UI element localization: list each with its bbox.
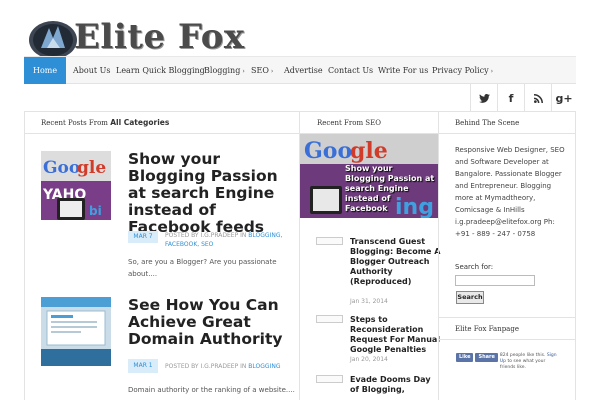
nav-item-advertise[interactable]: Advertise — [284, 57, 323, 84]
svg-text:Goo: Goo — [43, 158, 80, 178]
seo-post-title[interactable]: Steps to Reconsideration Request For Man… — [350, 315, 442, 355]
post-excerpt: Domain authority or the ranking of a web… — [128, 386, 295, 394]
seo-post-date: Jan 20, 2014 — [350, 356, 388, 363]
nav-item-privacy-policy[interactable]: Privacy Policy › — [432, 57, 493, 84]
featured-seo-post[interactable]: Goo gle ing Show your Blogging Passion a… — [300, 134, 438, 218]
post-meta: POSTED BY I.G.PRADEEP IN BLOGGING, FACEB… — [165, 232, 283, 248]
main-nav: Home About Us Learn Quick Blogging Blogg… — [24, 56, 576, 84]
search-button[interactable]: Search — [456, 291, 484, 304]
facebook-like-box: Like Share 824 people like this. Sign Up… — [456, 353, 560, 371]
submenu-caret-icon: › — [242, 68, 245, 75]
twitter-button[interactable] — [470, 84, 497, 112]
nav-item-about-us[interactable]: About Us — [73, 57, 110, 84]
facebook-icon: f — [508, 91, 514, 105]
submenu-caret-icon: › — [490, 68, 493, 75]
nav-item-learn-quick-blogging[interactable]: Learn Quick Blogging — [116, 57, 205, 84]
google-plus-button[interactable]: g+ — [551, 84, 576, 112]
svg-text:Goo: Goo — [304, 138, 352, 164]
facebook-like-button[interactable]: Like — [456, 353, 474, 362]
svg-text:gle: gle — [77, 158, 106, 178]
svg-text:bi: bi — [89, 204, 102, 218]
fox-logo-icon[interactable] — [27, 16, 79, 60]
facebook-like-text: 824 people like this. Sign Up to see wha… — [499, 353, 557, 370]
nav-item-blogging[interactable]: Blogging › — [204, 57, 245, 84]
post-thumbnail[interactable] — [41, 297, 111, 366]
rss-icon — [533, 93, 543, 103]
twitter-icon — [478, 93, 490, 103]
facebook-share-button[interactable]: Share — [475, 353, 498, 362]
site-title[interactable]: Elite Fox — [74, 17, 245, 57]
fanpage-section: Elite Fox Fanpage — [439, 317, 576, 340]
seo-post-thumbnail[interactable] — [316, 315, 343, 323]
rss-button[interactable] — [524, 84, 551, 112]
seo-post-thumbnail[interactable] — [316, 375, 343, 383]
search-input[interactable] — [455, 275, 535, 286]
seo-post-title[interactable]: Transcend Guest Blogging: Become A Blogg… — [350, 237, 442, 287]
seo-post-date: Jan 31, 2014 — [350, 298, 388, 305]
seo-post-thumbnail[interactable] — [316, 237, 343, 245]
sidebar: Behind The Scene Responsive Web Designer… — [438, 112, 576, 400]
site-header: Elite Fox — [0, 0, 600, 59]
facebook-button[interactable]: f — [497, 84, 524, 112]
svg-text:gle: gle — [350, 138, 388, 164]
nav-item-seo[interactable]: SEO › — [251, 57, 273, 84]
post-meta: POSTED BY I.G.PRADEEP IN BLOGGING — [165, 363, 281, 370]
recent-posts-heading: Recent Posts From All Categories — [25, 112, 299, 134]
nav-item-home[interactable]: Home — [24, 57, 67, 84]
seo-column: Recent From SEO Goo gle ing Show your Bl… — [299, 112, 440, 400]
seo-post-title[interactable]: Evade Dooms Day of Blogging, — [350, 375, 442, 395]
recent-posts-column: Recent Posts From All Categories Goo gle… — [24, 112, 299, 400]
nav-item-contact-us[interactable]: Contact Us — [328, 57, 373, 84]
date-badge: MAR 1 — [128, 359, 158, 373]
submenu-caret-icon: › — [270, 68, 274, 75]
date-badge: MAR 7 — [128, 231, 158, 243]
post-thumbnail[interactable]: Goo gle YAHO bi — [41, 151, 111, 220]
post-title[interactable]: See How You Can Achieve Great Domain Aut… — [128, 297, 296, 348]
sidebar-heading: Behind The Scene — [439, 112, 575, 134]
post-categories-link[interactable]: BLOGGING — [248, 363, 280, 370]
nav-item-write-for-us[interactable]: Write For us — [378, 57, 428, 84]
post-excerpt: So, are you a Blogger? Are you passionat… — [128, 258, 277, 278]
search-label: Search for: — [455, 263, 494, 271]
about-text: Responsive Web Designer, SEO and Softwar… — [455, 146, 565, 238]
fanpage-heading: Elite Fox Fanpage — [439, 318, 576, 340]
google-plus-icon: g+ — [555, 91, 573, 105]
social-bar: f g+ — [24, 84, 576, 112]
featured-post-title[interactable]: Show your Blogging Passion at search Eng… — [345, 164, 435, 214]
post-title[interactable]: Show your Blogging Passion at search Eng… — [128, 151, 296, 236]
seo-column-heading: Recent From SEO — [300, 112, 438, 134]
